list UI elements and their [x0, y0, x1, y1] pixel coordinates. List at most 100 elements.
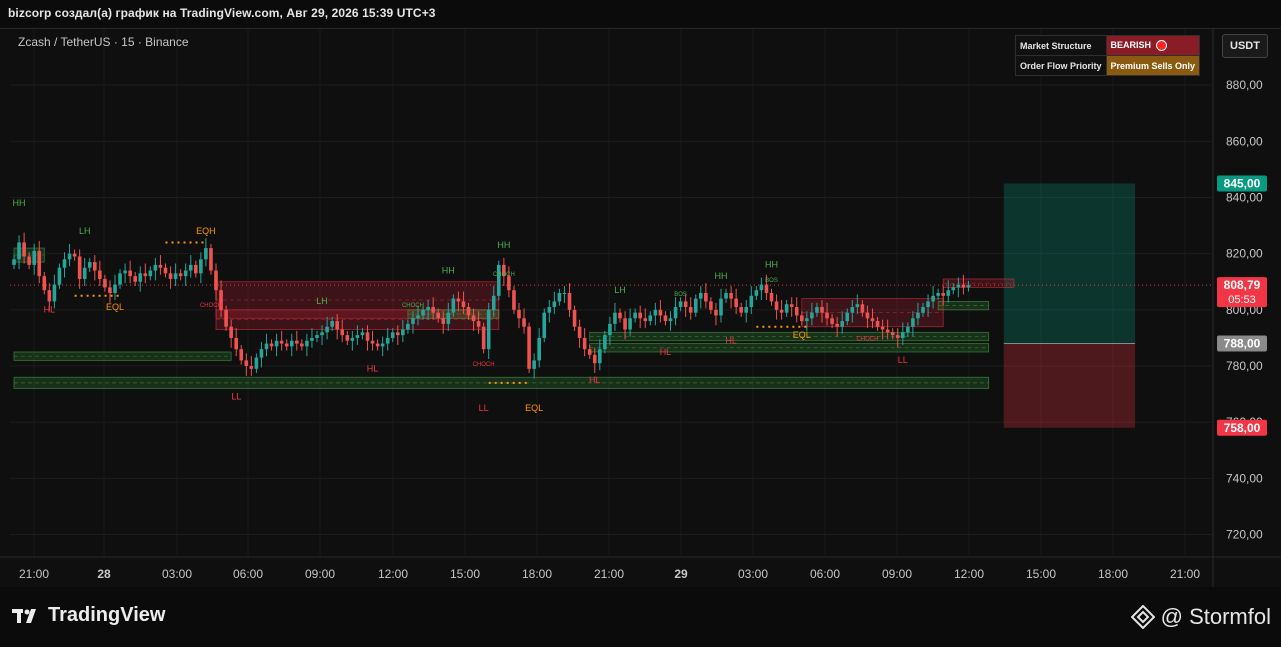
candle-up: [259, 349, 264, 358]
structure-label: HL: [44, 305, 56, 315]
candle-down: [729, 293, 733, 299]
candle-up: [810, 312, 814, 319]
candle-up: [542, 312, 547, 338]
x-tick-label: 12:00: [954, 567, 984, 581]
candle-up: [603, 335, 607, 350]
candle-down: [279, 340, 284, 344]
footer: TradingView @ Stormfol: [0, 587, 1281, 647]
x-tick-label: 15:00: [450, 567, 480, 581]
candle-down: [300, 343, 304, 347]
candle-up: [118, 273, 122, 285]
tradingview-logo[interactable]: TradingView: [12, 604, 165, 627]
candle-down: [592, 354, 597, 364]
candle-up: [916, 312, 920, 319]
candle-up: [305, 340, 309, 347]
structure-event-label: CHOCH: [402, 303, 424, 309]
candle-down: [128, 270, 132, 277]
price-chart[interactable]: 880,00860,00840,00820,00800,00780,00760,…: [0, 29, 1281, 587]
candle-down: [178, 273, 183, 277]
x-tick-label: 03:00: [162, 567, 192, 581]
candle-down: [229, 326, 233, 338]
candle-down: [794, 307, 799, 316]
candle-down: [572, 309, 577, 327]
candle-up: [204, 248, 208, 260]
candle-down: [870, 318, 875, 322]
candle-up: [633, 312, 637, 319]
candle-down: [875, 321, 880, 327]
candle-down: [800, 315, 804, 322]
candle-up: [724, 293, 728, 299]
candle-up: [678, 301, 683, 308]
candle-down: [890, 332, 895, 336]
candle-down: [108, 287, 112, 293]
candle-down: [517, 309, 521, 319]
candle-down: [507, 276, 511, 291]
candle-up: [805, 318, 809, 322]
candle-down: [709, 301, 713, 310]
candle-up: [82, 267, 87, 279]
candle-down: [133, 276, 137, 282]
candle-down: [269, 343, 274, 347]
author-name: @ Stormfol: [1160, 604, 1271, 629]
candle-up: [264, 343, 269, 350]
position-loss-zone: [1003, 343, 1136, 428]
candle-down: [820, 307, 824, 313]
candle-down: [643, 318, 648, 322]
y-tick-label: 740,00: [1226, 471, 1263, 485]
currency-button[interactable]: USDT: [1222, 34, 1268, 58]
candle-down: [567, 293, 572, 310]
candle-down: [365, 332, 370, 341]
chart-panel[interactable]: 880,00860,00840,00820,00800,00780,00760,…: [0, 28, 1281, 588]
candle-up: [57, 267, 62, 285]
candle-down: [663, 315, 668, 322]
candle-up: [360, 332, 365, 336]
candle-down: [527, 326, 531, 369]
candle-down: [941, 293, 945, 296]
x-tick-label: 29: [674, 567, 688, 581]
candle-down: [512, 290, 516, 310]
structure-label: LL: [479, 403, 489, 413]
candle-up: [673, 307, 678, 319]
candle-up: [153, 264, 158, 271]
candle-up: [754, 290, 759, 296]
candle-up: [598, 349, 602, 364]
candle-up: [52, 284, 57, 302]
x-tick-label: 09:00: [882, 567, 912, 581]
candle-up: [17, 242, 21, 260]
candle-down: [42, 276, 47, 291]
candle-up: [451, 298, 456, 313]
candle-down: [396, 332, 400, 336]
candle-up: [62, 259, 67, 268]
y-tick-label: 840,00: [1226, 191, 1263, 205]
candle-up: [906, 326, 910, 333]
structure-label: EQL: [793, 330, 811, 340]
market-structure-label: Market Structure: [1015, 35, 1107, 56]
symbol-legend[interactable]: Zcash / TetherUS · 15 · Binance: [18, 35, 189, 49]
candle-down: [224, 309, 228, 327]
x-tick-label: 21:00: [594, 567, 624, 581]
candle-down: [284, 343, 289, 347]
x-tick-label: 12:00: [378, 567, 408, 581]
candle-up: [385, 337, 390, 344]
candle-up: [199, 259, 203, 274]
candle-up: [421, 309, 425, 316]
candle-down: [214, 270, 218, 291]
candle-up: [951, 287, 956, 291]
candle-down: [37, 250, 42, 277]
candle-up: [446, 312, 451, 324]
candle-down: [688, 307, 693, 313]
candle-down: [471, 315, 476, 322]
structure-label: LH: [614, 285, 626, 295]
structure-label: LH: [79, 226, 91, 236]
candle-down: [582, 337, 587, 350]
y-tick-label: 860,00: [1226, 134, 1263, 148]
x-tick-label: 21:00: [1170, 567, 1200, 581]
candle-up: [946, 290, 951, 296]
tradingview-logo-text: TradingView: [48, 604, 166, 626]
candle-up: [699, 293, 703, 299]
candle-up: [274, 340, 279, 347]
candle-down: [98, 270, 102, 279]
candle-down: [825, 312, 829, 319]
structure-label: HH: [497, 240, 510, 250]
candle-up: [350, 337, 355, 341]
